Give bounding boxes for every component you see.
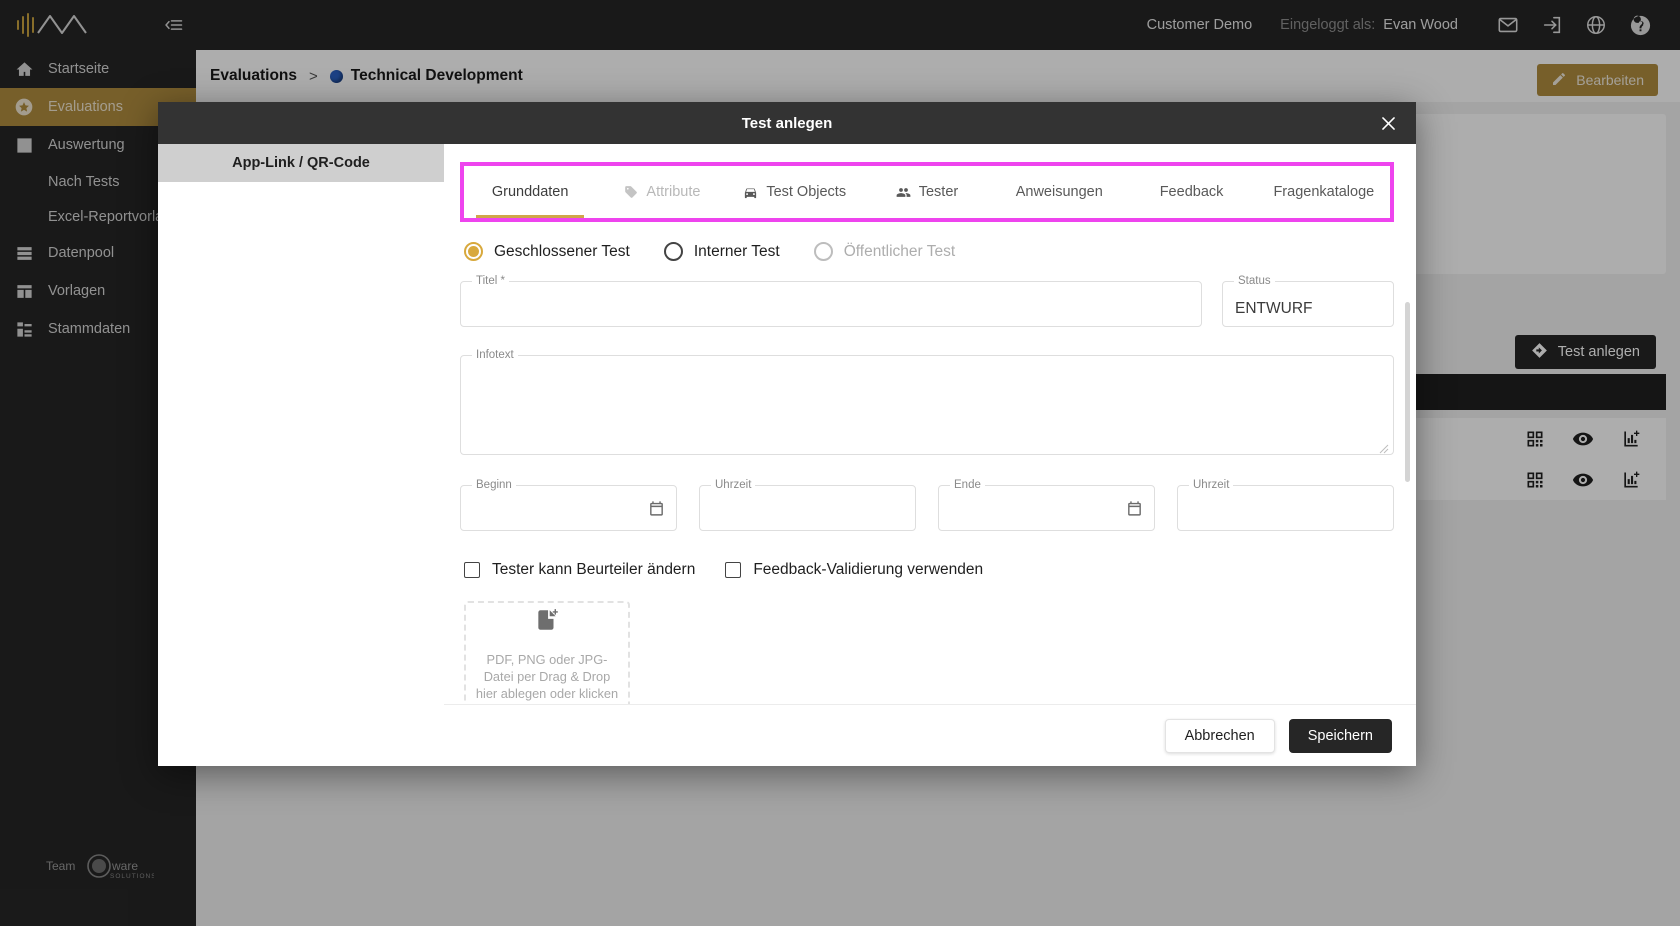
- radio-label: Interner Test: [693, 242, 780, 260]
- resize-handle-icon[interactable]: [1379, 441, 1389, 454]
- tab-label: Feedback: [1159, 184, 1224, 200]
- tab-feedback[interactable]: Feedback: [1125, 166, 1257, 218]
- ende-field-label: Ende: [950, 478, 985, 492]
- modal-tabs: Grunddaten Attribute Test Objects Tester…: [464, 166, 1390, 218]
- beginn-uhrzeit-field[interactable]: Uhrzeit: [699, 478, 916, 531]
- ende-uhrzeit-field[interactable]: Uhrzeit: [1177, 478, 1394, 531]
- modal-main: Grunddaten Attribute Test Objects Tester…: [444, 144, 1416, 766]
- test-type-radio-group: Geschlossener Test Interner Test Öffentl…: [464, 242, 1394, 261]
- people-icon: [896, 185, 911, 200]
- title-status-row: Titel * Status ENTWURF: [460, 274, 1394, 327]
- create-test-modal: Test anlegen App-Link / QR-Code Grunddat…: [158, 102, 1416, 766]
- modal-header: Test anlegen: [158, 102, 1416, 144]
- file-dropzone[interactable]: PDF, PNG oder JPG-Datei per Drag & Drop …: [464, 601, 630, 704]
- modal-body: App-Link / QR-Code Grunddaten Attribute …: [158, 144, 1416, 766]
- beginn-uhrzeit-field-label: Uhrzeit: [711, 478, 756, 492]
- modal-sidebar: App-Link / QR-Code: [158, 144, 444, 766]
- checkbox-feedback-validierung-verwenden[interactable]: Feedback-Validierung verwenden: [725, 561, 983, 579]
- grunddaten-form: Geschlossener Test Interner Test Öffentl…: [444, 222, 1416, 704]
- checkbox-label: Feedback-Validierung verwenden: [753, 561, 984, 578]
- beginn-field-label: Beginn: [472, 478, 516, 492]
- infotext-field[interactable]: Infotext: [460, 348, 1394, 455]
- radio-label: Öffentlicher Test: [843, 242, 956, 260]
- titel-field[interactable]: Titel *: [460, 274, 1202, 327]
- checkbox-tester-kann-beurteiler-aendern[interactable]: Tester kann Beurteiler ändern: [464, 561, 695, 579]
- form-scrollbar[interactable]: [1405, 302, 1410, 482]
- tab-anweisungen[interactable]: Anweisungen: [993, 166, 1125, 218]
- options-checkbox-row: Tester kann Beurteiler ändern Feedback-V…: [464, 561, 1394, 579]
- beginn-date-field[interactable]: Beginn: [460, 478, 677, 531]
- tabs-highlight-frame: Grunddaten Attribute Test Objects Tester…: [460, 162, 1394, 222]
- tab-label: Tester: [918, 184, 959, 200]
- tab-label: Test Objects: [766, 184, 847, 200]
- status-field-value: ENTWURF: [1235, 300, 1313, 317]
- tab-label: Grunddaten: [491, 184, 569, 200]
- radio-dot-icon: [813, 242, 833, 261]
- app-link-qr-code-header[interactable]: App-Link / QR-Code: [158, 144, 444, 182]
- tab-label: Attribute: [646, 184, 701, 200]
- tab-tester[interactable]: Tester: [861, 166, 993, 218]
- calendar-icon[interactable]: [1126, 500, 1143, 517]
- dropzone-text: PDF, PNG oder JPG-Datei per Drag & Drop …: [475, 651, 619, 705]
- tab-active-underline: [476, 215, 585, 218]
- titel-field-label: Titel *: [472, 274, 509, 288]
- tab-fragenkataloge[interactable]: Fragenkataloge: [1258, 166, 1390, 218]
- radio-label: Geschlossener Test: [494, 242, 630, 260]
- date-time-row: Beginn Uhrzeit Ende Uhrzeit: [460, 478, 1394, 531]
- infotext-field-label: Infotext: [472, 348, 518, 362]
- car-icon: [743, 185, 758, 200]
- ende-uhrzeit-field-label: Uhrzeit: [1189, 478, 1234, 492]
- titel-field-value: [461, 282, 1201, 308]
- checkbox-label: Tester kann Beurteiler ändern: [492, 561, 696, 578]
- infotext-field-value: [461, 356, 1393, 382]
- radio-geschlossener-test[interactable]: Geschlossener Test: [464, 242, 630, 261]
- tab-test-objects[interactable]: Test Objects: [729, 166, 861, 218]
- note-add-icon: [534, 607, 560, 638]
- ende-date-field[interactable]: Ende: [938, 478, 1155, 531]
- status-field-label: Status: [1234, 274, 1275, 288]
- tab-attribute[interactable]: Attribute: [596, 166, 728, 218]
- checkbox-icon: [725, 562, 742, 578]
- radio-dot-icon: [464, 242, 483, 261]
- calendar-icon[interactable]: [648, 500, 665, 517]
- save-button[interactable]: Speichern: [1288, 718, 1392, 753]
- tab-grunddaten[interactable]: Grunddaten: [464, 166, 596, 218]
- status-field[interactable]: Status ENTWURF: [1222, 274, 1394, 327]
- modal-title: Test anlegen: [741, 114, 833, 132]
- cancel-button[interactable]: Abbrechen: [1164, 718, 1275, 753]
- tab-label: Fragenkataloge: [1273, 184, 1375, 200]
- tag-icon: [624, 185, 638, 199]
- checkbox-icon: [464, 562, 480, 578]
- close-icon[interactable]: [1376, 111, 1400, 135]
- tab-label: Anweisungen: [1015, 184, 1103, 200]
- modal-footer: Abbrechen Speichern: [444, 704, 1416, 766]
- radio-dot-icon: [663, 242, 683, 261]
- radio-interner-test[interactable]: Interner Test: [663, 242, 780, 261]
- radio-oeffentlicher-test: Öffentlicher Test: [813, 242, 956, 261]
